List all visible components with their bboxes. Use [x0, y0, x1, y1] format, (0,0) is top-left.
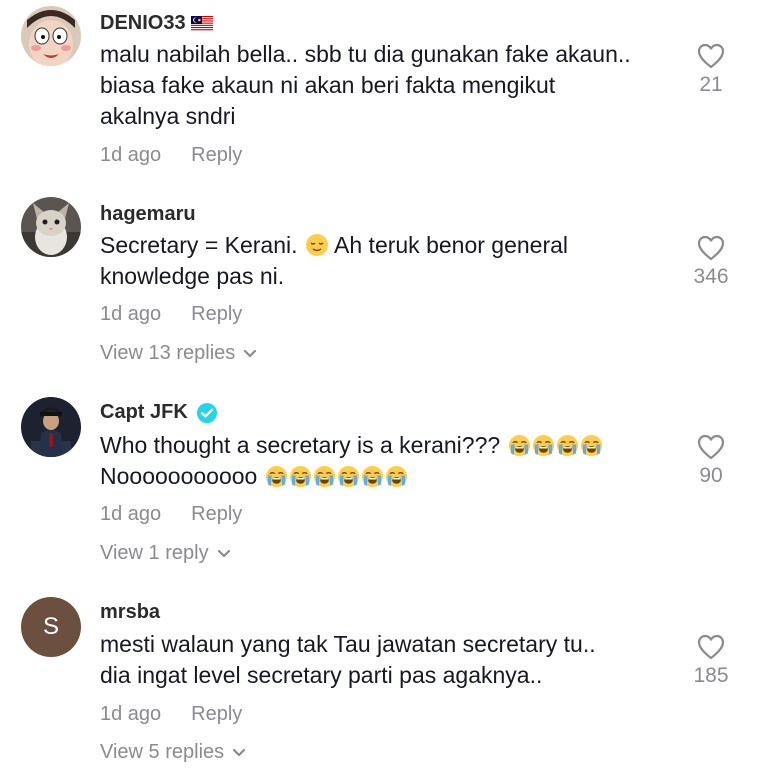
timestamp: 1d ago — [100, 144, 162, 166]
reply-button[interactable]: Reply — [191, 703, 242, 726]
reply-button[interactable]: Reply — [191, 144, 242, 167]
loudly-crying-face-emoji — [361, 465, 383, 488]
loudly-crying-face-emoji — [556, 434, 578, 457]
loudly-crying-face-emoji — [337, 465, 359, 488]
username[interactable]: Capt JFK — [100, 401, 218, 424]
avatar-image — [21, 397, 81, 457]
view-replies-button[interactable]: View 5 replies — [100, 741, 246, 764]
reply-button[interactable]: Reply — [191, 303, 242, 326]
like-button[interactable]: 185 — [681, 634, 741, 688]
like-button[interactable]: 21 — [681, 43, 741, 97]
avatar[interactable] — [21, 397, 81, 457]
loudly-crying-face-emoji — [265, 465, 287, 488]
heart-icon — [697, 434, 725, 460]
avatar-initial: S — [42, 613, 59, 640]
timestamp: 1d ago — [100, 303, 162, 325]
view-replies-button[interactable]: View 1 reply — [100, 542, 231, 565]
like-button[interactable]: 90 — [681, 434, 741, 488]
comment-text: Who thought a secretary is a kerani??? N… — [100, 430, 680, 492]
like-count: 21 — [699, 73, 723, 96]
avatar[interactable] — [21, 6, 81, 66]
loudly-crying-face-emoji — [385, 465, 407, 488]
relieved-face-emoji — [305, 234, 328, 256]
timestamp: 1d ago — [100, 703, 162, 725]
loudly-crying-face-emoji — [289, 465, 311, 488]
like-count: 90 — [699, 464, 723, 487]
view-replies-button[interactable]: View 13 replies — [100, 342, 257, 365]
avatar-image — [21, 197, 81, 257]
like-button[interactable]: 346 — [681, 235, 741, 289]
comment-meta: 1d ago Reply — [100, 303, 242, 326]
username[interactable]: mrsba — [100, 601, 160, 624]
loudly-crying-face-emoji — [580, 434, 602, 457]
comment-meta: 1d ago Reply — [100, 144, 242, 167]
comment-text: mesti walaun yang tak Tau jawatan secret… — [100, 631, 596, 688]
username[interactable]: DENIO33 — [100, 12, 213, 35]
chevron-down-icon — [217, 549, 230, 557]
comment-meta: 1d ago Reply — [100, 703, 242, 726]
chevron-down-icon — [244, 349, 257, 357]
loudly-crying-face-emoji — [313, 465, 335, 488]
chevron-down-icon — [233, 748, 246, 756]
reply-button[interactable]: Reply — [191, 503, 242, 526]
avatar[interactable] — [21, 197, 81, 257]
loudly-crying-face-emoji — [508, 434, 530, 457]
username[interactable]: hagemaru — [100, 203, 196, 226]
heart-icon — [697, 634, 725, 660]
heart-icon — [697, 235, 725, 261]
like-count: 185 — [693, 664, 729, 687]
comment-text: Secretary = Kerani. Ah teruk benor gener… — [100, 232, 569, 289]
verified-badge-icon — [196, 402, 217, 423]
emoji-group — [257, 463, 407, 489]
comment-meta: 1d ago Reply — [100, 503, 242, 526]
heart-icon — [697, 43, 725, 69]
like-count: 346 — [693, 265, 729, 288]
emoji-group — [500, 432, 602, 458]
avatar[interactable]: S — [21, 597, 81, 657]
timestamp: 1d ago — [100, 503, 162, 525]
comment-text: malu nabilah bella.. sbb tu dia gunakan … — [100, 41, 631, 129]
loudly-crying-face-emoji — [532, 434, 554, 457]
malaysia-flag-icon — [190, 16, 213, 31]
avatar-image — [21, 6, 81, 66]
